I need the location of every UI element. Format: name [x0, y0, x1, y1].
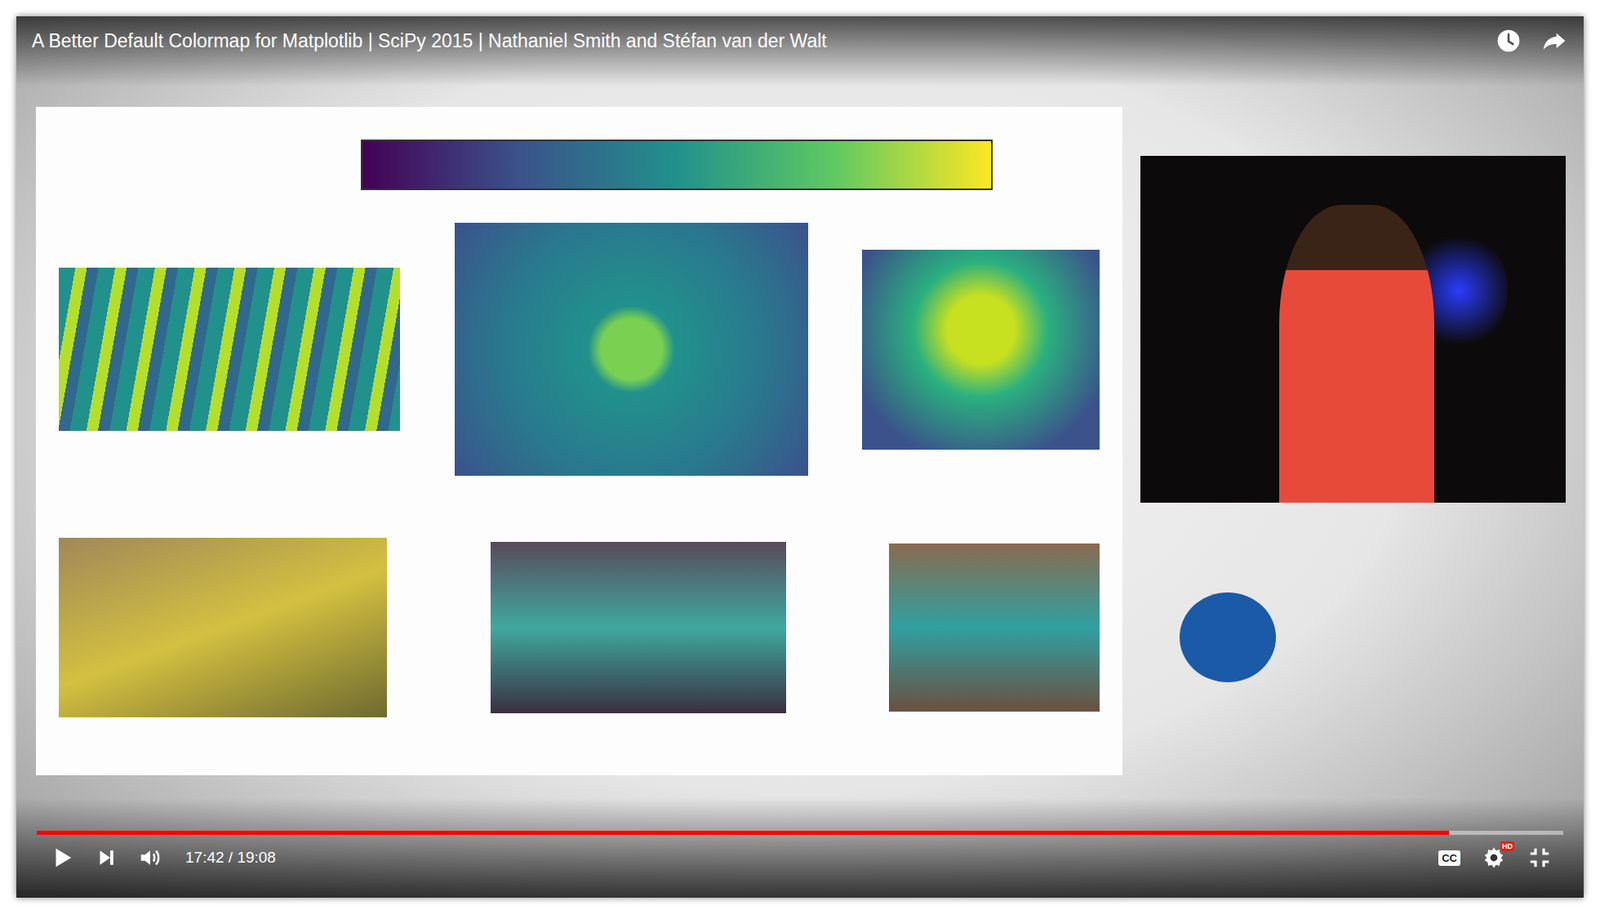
- page: A Better Default Colormap for Matplotlib…: [0, 0, 1600, 914]
- hd-badge: HD: [1500, 841, 1515, 852]
- exit-fullscreen-icon[interactable]: [1527, 845, 1552, 871]
- conference-logo-icon: [1179, 592, 1276, 683]
- share-arrow-icon[interactable]: [1541, 27, 1568, 54]
- watch-later-clock-icon[interactable]: [1495, 27, 1522, 54]
- video-title[interactable]: A Better Default Colormap for Matplotlib…: [31, 30, 827, 53]
- time-display: 17:42 / 19:08: [185, 848, 276, 867]
- title-bar: A Better Default Colormap for Matplotlib…: [16, 16, 1584, 87]
- video-player[interactable]: A Better Default Colormap for Matplotlib…: [16, 16, 1584, 898]
- speaker-video: [1140, 155, 1566, 503]
- play-icon[interactable]: [49, 845, 75, 871]
- volume-icon[interactable]: [137, 845, 163, 871]
- control-bar: 17:42 / 19:08 CC HD: [16, 798, 1584, 898]
- video-slide: [35, 106, 1123, 776]
- captions-button[interactable]: CC: [1438, 850, 1461, 867]
- video-frame[interactable]: [16, 16, 1584, 898]
- settings-button[interactable]: HD: [1481, 845, 1507, 871]
- next-track-icon[interactable]: [93, 845, 119, 871]
- progress-bar[interactable]: [36, 831, 1564, 836]
